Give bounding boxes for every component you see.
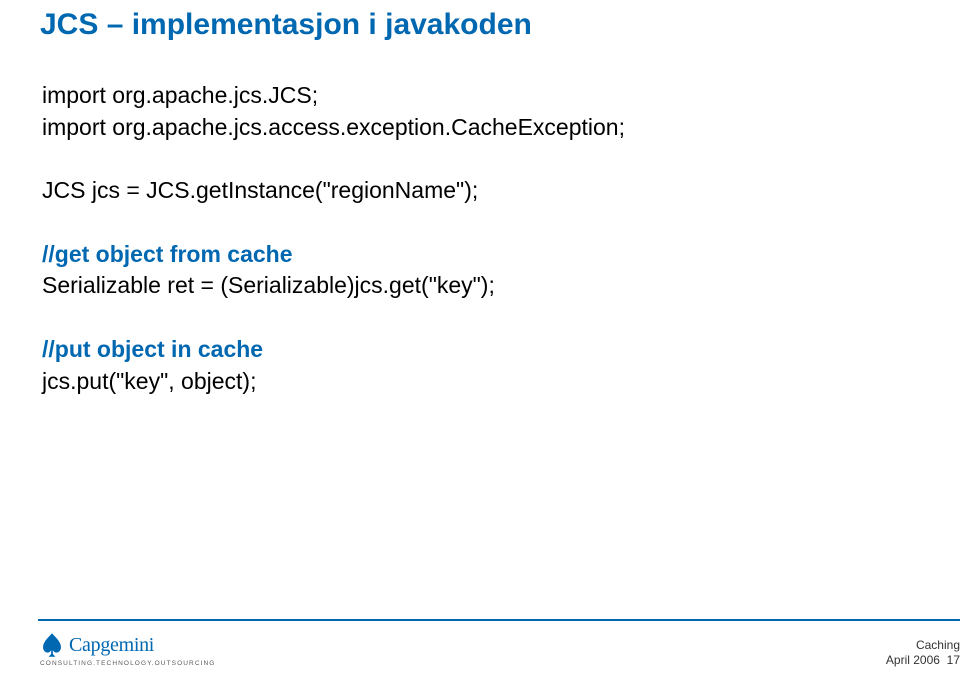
footer-date-page: April 2006 17 xyxy=(886,653,960,669)
logo-text: Capgemini xyxy=(69,634,154,657)
code-import-1: import org.apache.jcs.JCS; xyxy=(42,80,920,112)
code-put: jcs.put("key", object); xyxy=(42,366,920,398)
logo-tagline: CONSULTING.TECHNOLOGY.OUTSOURCING xyxy=(40,660,215,667)
presentation-slide: JCS – implementasjon i javakoden import … xyxy=(0,0,960,681)
blank-line-1 xyxy=(42,143,920,175)
slide-footer: Capgemini CONSULTING.TECHNOLOGY.OUTSOURC… xyxy=(0,619,960,681)
code-import-2: import org.apache.jcs.access.exception.C… xyxy=(42,112,920,144)
blank-line-3 xyxy=(42,302,920,334)
code-comment-get: //get object from cache xyxy=(42,239,920,271)
code-get: Serializable ret = (Serializable)jcs.get… xyxy=(42,270,920,302)
slide-content: import org.apache.jcs.JCS; import org.ap… xyxy=(42,80,920,397)
code-instance: JCS jcs = JCS.getInstance("regionName"); xyxy=(42,175,920,207)
slide-title: JCS – implementasjon i javakoden xyxy=(40,8,532,42)
footer-divider xyxy=(38,619,960,621)
footer-date: April 2006 xyxy=(886,653,940,667)
spade-icon xyxy=(38,631,66,659)
logo-main-row: Capgemini xyxy=(38,631,154,659)
blank-line-2 xyxy=(42,207,920,239)
footer-right: Caching April 2006 17 xyxy=(886,638,960,669)
company-logo: Capgemini CONSULTING.TECHNOLOGY.OUTSOURC… xyxy=(38,631,215,667)
code-comment-put: //put object in cache xyxy=(42,334,920,366)
footer-label: Caching xyxy=(886,638,960,654)
footer-page: 17 xyxy=(947,653,960,667)
